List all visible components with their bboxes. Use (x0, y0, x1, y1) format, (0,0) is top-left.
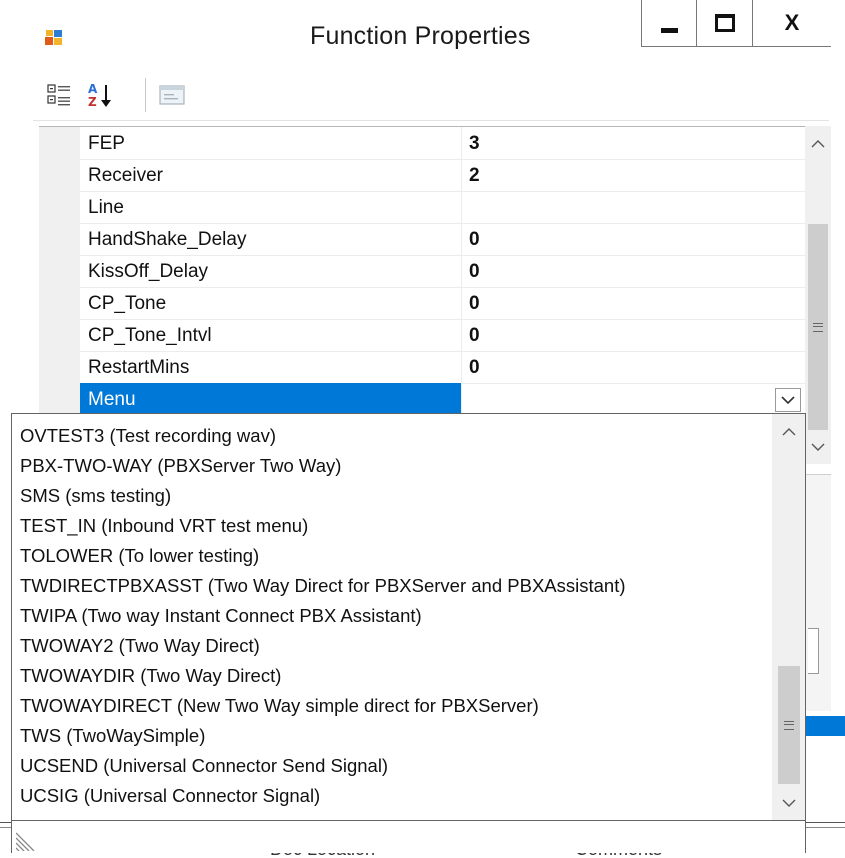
close-icon: X (784, 10, 800, 35)
chevron-down-icon (811, 443, 825, 451)
column-divider (461, 127, 462, 159)
list-item[interactable]: TWOWAY2 (Two Way Direct) (20, 631, 260, 661)
dropdown-footer (12, 820, 805, 853)
grid-scroll-up-button[interactable] (805, 126, 831, 160)
scroll-grip-icon (813, 322, 823, 332)
property-name: Receiver (88, 165, 163, 186)
dropdown-scrollbar[interactable] (772, 414, 805, 820)
list-item[interactable]: UCSEND (Universal Connector Send Signal) (20, 751, 388, 781)
column-divider (461, 351, 462, 383)
column-divider (461, 223, 462, 255)
list-item[interactable]: TOLOWER (To lower testing) (20, 541, 259, 571)
description-panel-fragment (805, 474, 831, 711)
minimize-icon (660, 27, 678, 33)
alphabetical-sort-icon[interactable]: A Z (85, 80, 115, 110)
list-item[interactable]: OVTEST3 (Test recording wav) (20, 421, 276, 451)
property-row-cp-tone[interactable]: CP_Tone 0 (80, 287, 805, 320)
window-frame-left (0, 0, 10, 858)
column-divider (461, 383, 462, 415)
grid-scrollbar[interactable] (805, 126, 831, 464)
property-value[interactable]: 0 (469, 357, 480, 379)
property-pages-icon[interactable] (157, 80, 187, 110)
list-item[interactable]: TWOWAYDIR (Two Way Direct) (20, 661, 281, 691)
grid-scroll-thumb[interactable] (808, 224, 828, 430)
column-divider (461, 255, 462, 287)
resize-grip-icon[interactable] (16, 831, 38, 851)
property-row-receiver[interactable]: Receiver 2 (80, 159, 805, 192)
property-name: CP_Tone_Intvl (88, 325, 212, 346)
list-item[interactable]: TWOWAYDIRECT (New Two Way simple direct … (20, 691, 539, 721)
property-value[interactable]: 0 (469, 325, 480, 347)
scroll-grip-icon (784, 720, 794, 730)
property-value[interactable]: 0 (469, 229, 480, 251)
list-item[interactable]: TWIPA (Two way Instant Connect PBX Assis… (20, 601, 422, 631)
property-grid-toolbar: A Z (33, 72, 829, 121)
grid-scroll-down-button[interactable] (805, 430, 831, 464)
list-item[interactable]: TEST_IN (Inbound VRT test menu) (20, 511, 308, 541)
property-name: FEP (88, 133, 125, 154)
selected-name-cell (80, 383, 461, 415)
property-row-cp-tone-intvl[interactable]: CP_Tone_Intvl 0 (80, 319, 805, 352)
column-divider (461, 191, 462, 223)
chevron-up-icon (782, 427, 795, 435)
list-item[interactable]: TWDIRECTPBXASST (Two Way Direct for PBXS… (20, 571, 626, 601)
app-icon (45, 30, 62, 45)
menu-dropdown-button[interactable] (775, 388, 801, 412)
property-name: RestartMins (88, 357, 190, 378)
column-divider (461, 319, 462, 351)
toolbar-separator (145, 78, 146, 112)
maximize-button[interactable] (696, 0, 753, 47)
column-divider (461, 159, 462, 191)
svg-text:Z: Z (88, 95, 97, 109)
background-button-fragment (808, 628, 819, 674)
property-row-restartmins[interactable]: RestartMins 0 (80, 351, 805, 384)
property-name: CP_Tone (88, 293, 167, 314)
property-name: HandShake_Delay (88, 229, 247, 250)
property-row-menu[interactable]: Menu (80, 383, 805, 416)
property-value[interactable]: 0 (469, 293, 480, 315)
title-bar[interactable]: Function Properties X (10, 0, 832, 66)
svg-text:A: A (88, 82, 98, 96)
column-divider (461, 287, 462, 319)
property-name: Menu (88, 389, 136, 410)
maximize-icon (714, 14, 735, 32)
property-name: Line (88, 197, 124, 218)
property-name: KissOff_Delay (88, 261, 209, 282)
dropdown-scroll-up-button[interactable] (772, 414, 805, 448)
list-item[interactable]: SMS (sms testing) (20, 481, 171, 511)
background-blue-strip (805, 716, 845, 736)
chevron-down-icon (781, 395, 795, 404)
property-row-kissoff-delay[interactable]: KissOff_Delay 0 (80, 255, 805, 288)
list-item[interactable]: PBX-TWO-WAY (PBXServer Two Way) (20, 451, 341, 481)
property-row-fep[interactable]: FEP 3 (80, 127, 805, 160)
property-value[interactable]: 2 (469, 165, 480, 187)
dropdown-scroll-thumb[interactable] (778, 666, 800, 784)
window-title: Function Properties (310, 22, 531, 50)
chevron-up-icon (811, 139, 825, 147)
function-properties-window: Function Properties X A Z FEP 3 Receiver… (0, 0, 845, 858)
menu-dropdown-list[interactable]: OVTEST3 (Test recording wav) PBX-TWO-WAY… (11, 413, 806, 853)
property-value[interactable]: 3 (469, 133, 480, 155)
list-item[interactable]: TWS (TwoWaySimple) (20, 721, 205, 751)
list-item[interactable]: UCSIG (Universal Connector Signal) (20, 781, 320, 811)
window-frame-right (831, 0, 845, 126)
property-value[interactable]: 0 (469, 261, 480, 283)
minimize-button[interactable] (641, 0, 697, 47)
dropdown-scroll-down-button[interactable] (772, 786, 805, 820)
close-button[interactable]: X (752, 0, 832, 47)
property-row-line[interactable]: Line (80, 191, 805, 224)
categorized-view-icon[interactable] (45, 80, 75, 110)
property-row-handshake-delay[interactable]: HandShake_Delay 0 (80, 223, 805, 256)
chevron-down-icon (782, 799, 795, 807)
